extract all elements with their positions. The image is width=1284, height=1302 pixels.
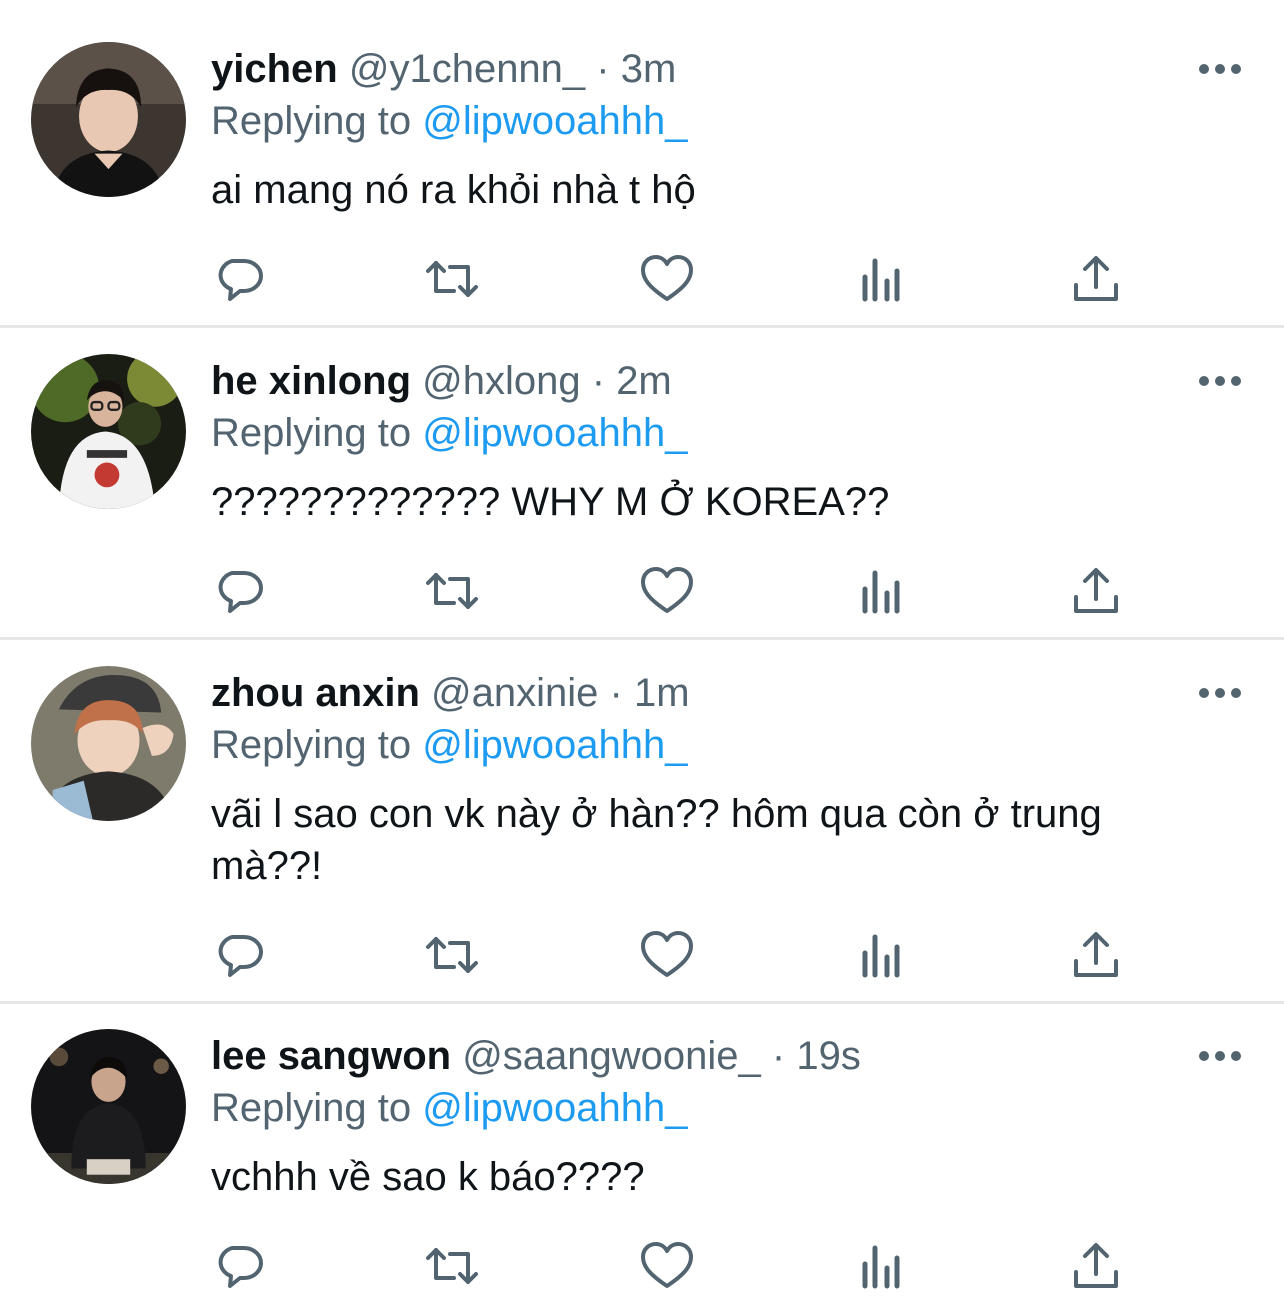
- display-name[interactable]: he xinlong: [211, 359, 411, 403]
- separator-dot: ·: [591, 359, 606, 403]
- views-icon[interactable]: [853, 927, 909, 983]
- avatar-photo-icon: [31, 666, 186, 821]
- more-options-icon[interactable]: [1196, 59, 1244, 79]
- tweet-text: ai mang nó ra khỏi nhà t hộ: [211, 168, 696, 212]
- replying-to: Replying to @lipwooahhh_: [211, 407, 687, 459]
- retweet-icon[interactable]: [424, 1238, 480, 1294]
- separator-dot: ·: [771, 1034, 786, 1078]
- retweet-icon[interactable]: [424, 251, 480, 307]
- more-options-icon[interactable]: [1196, 683, 1244, 703]
- user-handle[interactable]: @hxlong: [422, 359, 580, 403]
- reply-icon[interactable]: [210, 1238, 266, 1294]
- like-icon[interactable]: [639, 251, 695, 307]
- action-bar: [0, 563, 1284, 619]
- like-icon[interactable]: [639, 927, 695, 983]
- action-bar: [0, 927, 1284, 983]
- more-options-icon[interactable]: [1196, 1046, 1244, 1066]
- replying-to-label: Replying to: [211, 99, 412, 143]
- more-options-icon[interactable]: [1196, 371, 1244, 391]
- display-name[interactable]: yichen: [211, 47, 338, 91]
- views-icon[interactable]: [853, 251, 909, 307]
- reply-tweet[interactable]: lee sangwon @saangwoonie_ · 19s Replying…: [0, 1004, 1284, 1302]
- avatar-photo-icon: [31, 1029, 186, 1184]
- avatar-photo-icon: [31, 354, 186, 509]
- replying-to-mention[interactable]: @lipwooahhh_: [422, 411, 687, 455]
- like-icon[interactable]: [639, 563, 695, 619]
- reply-icon[interactable]: [210, 563, 266, 619]
- replying-to-label: Replying to: [211, 723, 412, 767]
- tweet-header: zhou anxin @anxinie · 1m: [211, 667, 690, 719]
- reply-feed: yichen @y1chennn_ · 3m Replying to @lipw…: [0, 0, 1284, 1302]
- avatar[interactable]: [31, 354, 186, 509]
- reply-tweet[interactable]: zhou anxin @anxinie · 1m Replying to @li…: [0, 640, 1284, 1002]
- retweet-icon[interactable]: [424, 563, 480, 619]
- display-name[interactable]: lee sangwon: [211, 1034, 451, 1078]
- views-icon[interactable]: [853, 563, 909, 619]
- timestamp[interactable]: 2m: [616, 359, 672, 403]
- timestamp[interactable]: 3m: [621, 47, 677, 91]
- separator-dot: ·: [609, 671, 623, 715]
- replying-to: Replying to @lipwooahhh_: [211, 719, 687, 771]
- share-icon[interactable]: [1068, 563, 1124, 619]
- timestamp[interactable]: 19s: [796, 1034, 861, 1078]
- tweet-text: ????????????? WHY M Ở KOREA??: [211, 480, 890, 524]
- tweet-text: vchhh về sao k báo????: [211, 1155, 645, 1199]
- share-icon[interactable]: [1068, 927, 1124, 983]
- retweet-icon[interactable]: [424, 927, 480, 983]
- reply-tweet[interactable]: he xinlong @hxlong · 2m Replying to @lip…: [0, 328, 1284, 638]
- separator-dot: ·: [596, 47, 610, 91]
- reply-icon[interactable]: [210, 251, 266, 307]
- user-handle[interactable]: @saangwoonie_: [462, 1034, 761, 1078]
- avatar[interactable]: [31, 1029, 186, 1184]
- avatar[interactable]: [31, 666, 186, 821]
- user-handle[interactable]: @anxinie: [431, 671, 598, 715]
- like-icon[interactable]: [639, 1238, 695, 1294]
- action-bar: [0, 251, 1284, 307]
- replying-to: Replying to @lipwooahhh_: [211, 95, 687, 147]
- replying-to-label: Replying to: [211, 1086, 412, 1130]
- reply-tweet[interactable]: yichen @y1chennn_ · 3m Replying to @lipw…: [0, 0, 1284, 326]
- avatar-photo-icon: [31, 42, 186, 197]
- user-handle[interactable]: @y1chennn_: [349, 47, 585, 91]
- tweet-header: he xinlong @hxlong · 2m: [211, 355, 672, 407]
- replying-to-label: Replying to: [211, 411, 412, 455]
- replying-to: Replying to @lipwooahhh_: [211, 1082, 687, 1134]
- timestamp[interactable]: 1m: [634, 671, 690, 715]
- display-name[interactable]: zhou anxin: [211, 671, 420, 715]
- avatar[interactable]: [31, 42, 186, 197]
- share-icon[interactable]: [1068, 1238, 1124, 1294]
- reply-icon[interactable]: [210, 927, 266, 983]
- replying-to-mention[interactable]: @lipwooahhh_: [422, 723, 687, 767]
- action-bar: [0, 1238, 1284, 1294]
- tweet-header: lee sangwon @saangwoonie_ · 19s: [211, 1030, 861, 1082]
- replying-to-mention[interactable]: @lipwooahhh_: [422, 1086, 687, 1130]
- tweet-header: yichen @y1chennn_ · 3m: [211, 43, 676, 95]
- tweet-text: vãi l sao con vk này ở hàn?? hôm qua còn…: [211, 792, 1102, 888]
- replying-to-mention[interactable]: @lipwooahhh_: [422, 99, 687, 143]
- views-icon[interactable]: [853, 1238, 909, 1294]
- share-icon[interactable]: [1068, 251, 1124, 307]
